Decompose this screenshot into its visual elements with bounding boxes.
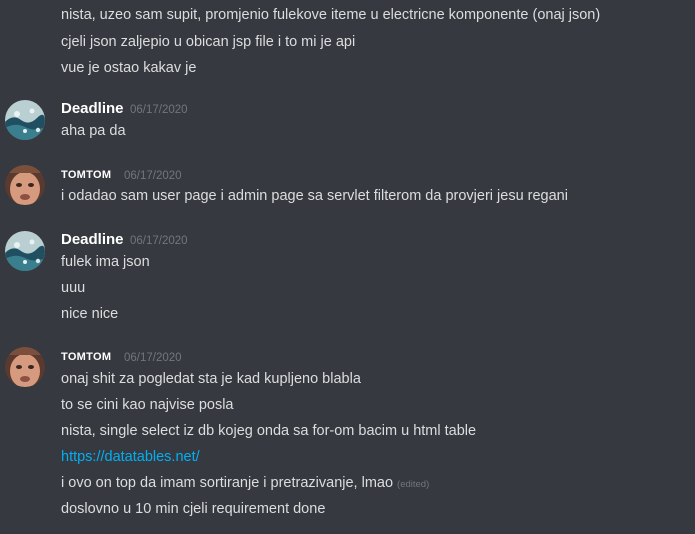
message-line: nista, uzeo sam supit, promjenio fulekov… (61, 7, 601, 23)
message-line: doslovno u 10 min cjeli requirement done (61, 501, 326, 517)
edited-label: (edited) (397, 479, 430, 490)
message-line: aha pa da (61, 123, 126, 139)
message-line: i ovo on top da imam sortiranje i pretra… (61, 473, 429, 495)
avatar-image (5, 347, 45, 387)
message-author[interactable]: TOMTOM (61, 347, 111, 367)
message-author[interactable]: Deadline (61, 230, 124, 250)
message-line: onaj shit za pogledat sta je kad kupljen… (61, 371, 361, 387)
message-text: i ovo on top da imam sortiranje i pretra… (61, 475, 394, 491)
message-timestamp: 06/17/2020 (130, 104, 188, 116)
chat-message-list: nista, uzeo sam supit, promjenio fulekov… (0, 0, 695, 534)
user-avatar-deadline[interactable] (5, 100, 45, 140)
avatar-image (5, 165, 45, 205)
message-line: nice nice (61, 306, 119, 322)
message-author[interactable]: Deadline (61, 99, 124, 119)
message-author[interactable]: TOMTOM (61, 165, 111, 185)
message-line: to se cini kao najvise posla (61, 397, 234, 413)
message-line: vue je ostao kakav je (61, 60, 197, 76)
message-timestamp: 06/17/2020 (130, 235, 188, 247)
message-timestamp: 06/17/2020 (124, 170, 182, 182)
user-avatar-deadline[interactable] (5, 231, 45, 271)
message-line: uuu (61, 280, 86, 296)
avatar-image (5, 231, 45, 271)
user-avatar-tomtom[interactable] (5, 165, 45, 205)
message-line: https://datatables.net/ (61, 447, 200, 467)
message-timestamp: 06/17/2020 (124, 352, 182, 364)
avatar-image (5, 100, 45, 140)
message-line: cjeli json zaljepio u obican jsp file i … (61, 34, 356, 50)
message-line: nista, single select iz db kojeg onda sa… (61, 423, 477, 439)
message-line: i odadao sam user page i admin page sa s… (61, 188, 568, 204)
message-line: fulek ima json (61, 254, 150, 270)
user-avatar-tomtom[interactable] (5, 347, 45, 387)
message-link[interactable]: https://datatables.net/ (61, 449, 200, 465)
